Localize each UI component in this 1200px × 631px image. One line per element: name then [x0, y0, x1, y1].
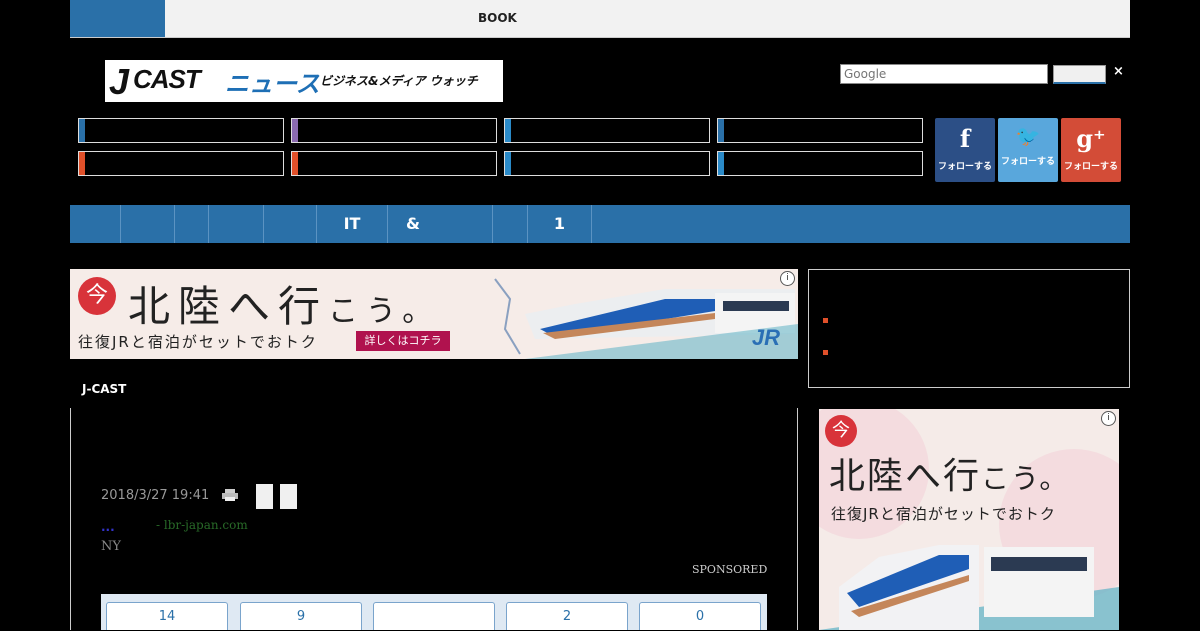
side-info-box: [808, 269, 1130, 388]
ad-headline-main: 北陸へ行: [829, 456, 982, 497]
category-stripe: [79, 152, 85, 175]
main-nav: IT & 1: [70, 205, 1130, 243]
twitter-icon: 🐦: [1015, 124, 1041, 148]
follow-label: フォローする: [937, 162, 992, 172]
follow-label: フォローする: [1000, 157, 1055, 167]
reaction-count[interactable]: 14: [106, 602, 228, 630]
ad-subline: 往復JRと宿泊がセットでおトク: [831, 505, 1056, 523]
article-timestamp: 2018/3/27 19:41: [101, 488, 210, 503]
sponsor-source-link[interactable]: - lbr-japan.com: [156, 518, 248, 532]
sponsor-dots[interactable]: ...: [101, 520, 115, 534]
category-box[interactable]: [78, 151, 284, 176]
ad-info-icon[interactable]: i: [780, 271, 795, 286]
category-stripe: [292, 152, 298, 175]
ad-headline: 北陸へ行こう。: [128, 273, 440, 334]
ad-subline: 往復JRと宿泊がセットでおトク: [78, 333, 318, 351]
print-icon[interactable]: [222, 489, 238, 501]
category-box[interactable]: [504, 118, 710, 143]
jr-logo: JR: [751, 325, 780, 350]
side-ad[interactable]: 今 北陸へ行こう。 往復JRと宿泊がセットでおトク i: [819, 409, 1119, 630]
site-logo[interactable]: J CAST ニュース ビジネス&メディア ウォッチ: [105, 60, 503, 102]
share-button[interactable]: [256, 484, 273, 509]
top-bar: [70, 0, 1130, 38]
search-input[interactable]: [840, 64, 1048, 84]
category-box[interactable]: [717, 118, 923, 143]
reaction-count[interactable]: 0: [639, 602, 761, 630]
category-box[interactable]: [78, 118, 284, 143]
category-stripe: [292, 119, 298, 142]
nav-item[interactable]: [175, 205, 209, 243]
search-button[interactable]: [1053, 65, 1106, 84]
top-bar-home-tab[interactable]: [70, 0, 165, 37]
nav-item[interactable]: [264, 205, 317, 243]
nav-item[interactable]: [209, 205, 264, 243]
ad-badge: 今: [825, 415, 857, 447]
reaction-count[interactable]: [373, 602, 495, 630]
category-stripe: [718, 119, 724, 142]
sponsor-text: NY: [101, 539, 121, 554]
close-icon[interactable]: ×: [1113, 64, 1124, 79]
category-stripe: [79, 119, 85, 142]
list-bullet: [823, 350, 828, 355]
section-label: J-CAST: [82, 382, 127, 396]
category-stripe: [718, 152, 724, 175]
googleplus-follow-button[interactable]: g⁺ フォローする: [1061, 118, 1121, 182]
nav-item-and[interactable]: &: [388, 205, 493, 243]
logo-cast: CAST: [133, 64, 201, 94]
reaction-count[interactable]: 9: [240, 602, 362, 630]
category-box[interactable]: [291, 151, 497, 176]
top-bar-book-link[interactable]: BOOK: [478, 11, 517, 25]
logo-news: ニュース: [225, 70, 320, 98]
facebook-icon: f: [959, 124, 971, 153]
reaction-counts-bar: 14 9 2 0: [101, 594, 767, 630]
googleplus-icon: g⁺: [1076, 124, 1106, 153]
category-box[interactable]: [717, 151, 923, 176]
nav-item-1[interactable]: 1: [528, 205, 592, 243]
banner-ad[interactable]: 今 北陸へ行こう。 往復JRと宿泊がセットでおトク 詳しくはコチラ JR i: [70, 269, 798, 359]
category-stripe: [505, 119, 511, 142]
follow-label: フォローする: [1063, 162, 1118, 172]
ad-headline-small: こう。: [981, 462, 1070, 495]
twitter-follow-button[interactable]: 🐦 フォローする: [998, 118, 1058, 182]
list-bullet: [823, 318, 828, 323]
nav-item-it[interactable]: IT: [317, 205, 388, 243]
sponsored-label: SPONSORED: [692, 563, 768, 576]
nav-item[interactable]: [70, 205, 121, 243]
ad-headline: 北陸へ行こう。: [829, 447, 1069, 499]
ad-headline-main: 北陸へ行: [128, 282, 329, 331]
logo-tagline: ビジネス&メディア ウォッチ: [320, 74, 478, 88]
category-box[interactable]: [504, 151, 710, 176]
category-box[interactable]: [291, 118, 497, 143]
ad-badge: 今: [78, 277, 116, 315]
category-stripe: [505, 152, 511, 175]
reaction-count[interactable]: 2: [506, 602, 628, 630]
train-illustration: [494, 278, 798, 359]
train-illustration: [819, 545, 1119, 630]
ad-cta: 詳しくはコチラ: [356, 331, 450, 351]
nav-item[interactable]: [121, 205, 175, 243]
logo-j: J: [109, 61, 130, 102]
ad-info-icon[interactable]: i: [1101, 411, 1116, 426]
facebook-follow-button[interactable]: f フォローする: [935, 118, 995, 182]
ad-headline-small: こう。: [328, 294, 441, 329]
nav-item[interactable]: [494, 205, 528, 243]
share-button[interactable]: [280, 484, 297, 509]
